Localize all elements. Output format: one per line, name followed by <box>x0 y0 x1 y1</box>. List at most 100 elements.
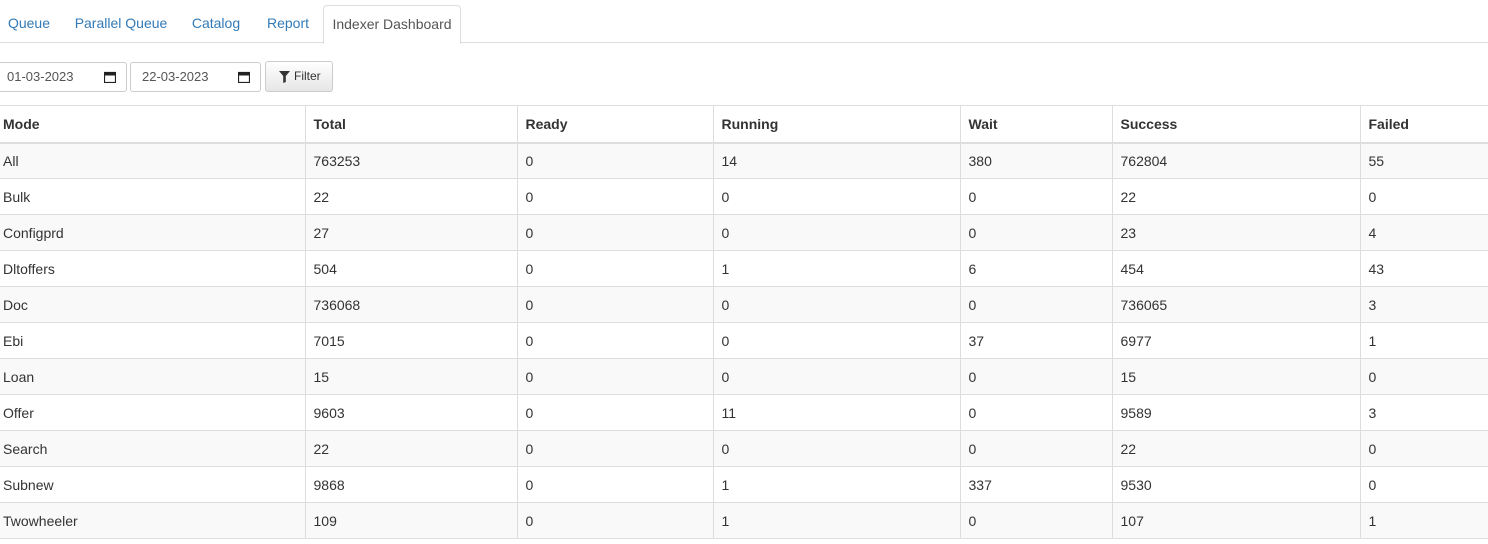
cell-mode: Doc <box>0 286 306 323</box>
cell-mode: Configprd <box>0 214 306 251</box>
cell-wait: 0 <box>960 358 1113 395</box>
tab-catalog[interactable]: Catalog <box>185 5 247 43</box>
cell-mode: All <box>0 142 306 179</box>
cell-running: 1 <box>713 250 961 287</box>
filter-button[interactable]: Filter <box>265 61 333 92</box>
calendar-icon[interactable] <box>104 71 116 83</box>
cell-mode: Ebi <box>0 322 306 359</box>
nav-tabs: Queue Parallel Queue Catalog Report Inde… <box>0 0 1488 44</box>
cell-mode: Search <box>0 430 306 467</box>
start-date-input[interactable]: 01-03-2023 <box>0 62 127 92</box>
table-row: Offer 9603 0 11 0 9589 3 <box>0 394 1488 431</box>
table-header-row: Mode Total Ready Running Wait Success Fa… <box>0 105 1488 144</box>
cell-total: 22 <box>305 430 518 467</box>
cell-wait: 0 <box>960 286 1113 323</box>
table-row: Subnew 9868 0 1 337 9530 0 <box>0 466 1488 503</box>
filter-icon <box>279 71 290 83</box>
cell-failed: 1 <box>1360 502 1488 539</box>
table-row: Search 22 0 0 0 22 0 <box>0 430 1488 467</box>
cell-total: 9868 <box>305 466 518 503</box>
cell-running: 0 <box>713 430 961 467</box>
cell-total: 27 <box>305 214 518 251</box>
cell-running: 0 <box>713 286 961 323</box>
cell-running: 0 <box>713 178 961 215</box>
cell-wait: 0 <box>960 430 1113 467</box>
cell-wait: 0 <box>960 394 1113 431</box>
cell-running: 1 <box>713 466 961 503</box>
cell-failed: 0 <box>1360 466 1488 503</box>
cell-failed: 1 <box>1360 322 1488 359</box>
cell-mode: Twowheeler <box>0 502 306 539</box>
cell-running: 0 <box>713 358 961 395</box>
cell-success: 22 <box>1112 178 1361 215</box>
cell-total: 15 <box>305 358 518 395</box>
tab-queue[interactable]: Queue <box>0 5 58 43</box>
cell-success: 107 <box>1112 502 1361 539</box>
cell-success: 762804 <box>1112 142 1361 179</box>
end-date-input[interactable]: 22-03-2023 <box>130 62 261 92</box>
cell-running: 1 <box>713 502 961 539</box>
table-row: Ebi 7015 0 0 37 6977 1 <box>0 322 1488 359</box>
cell-ready: 0 <box>517 466 714 503</box>
cell-running: 11 <box>713 394 961 431</box>
cell-ready: 0 <box>517 142 714 179</box>
tab-indexer-dashboard[interactable]: Indexer Dashboard <box>323 5 461 44</box>
cell-failed: 0 <box>1360 358 1488 395</box>
cell-wait: 37 <box>960 322 1113 359</box>
indexer-table: Mode Total Ready Running Wait Success Fa… <box>0 105 1488 539</box>
cell-success: 9589 <box>1112 394 1361 431</box>
cell-ready: 0 <box>517 502 714 539</box>
end-date-value: 22-03-2023 <box>142 69 209 84</box>
column-header-failed[interactable]: Failed <box>1360 105 1488 144</box>
cell-ready: 0 <box>517 250 714 287</box>
cell-wait: 0 <box>960 214 1113 251</box>
cell-success: 736065 <box>1112 286 1361 323</box>
table-row: All 763253 0 14 380 762804 55 <box>0 142 1488 179</box>
cell-total: 9603 <box>305 394 518 431</box>
table-row: Loan 15 0 0 0 15 0 <box>0 358 1488 395</box>
cell-failed: 3 <box>1360 394 1488 431</box>
cell-success: 454 <box>1112 250 1361 287</box>
cell-mode: Dltoffers <box>0 250 306 287</box>
table-row: Bulk 22 0 0 0 22 0 <box>0 178 1488 215</box>
cell-failed: 3 <box>1360 286 1488 323</box>
cell-success: 22 <box>1112 430 1361 467</box>
cell-mode: Subnew <box>0 466 306 503</box>
cell-failed: 4 <box>1360 214 1488 251</box>
cell-wait: 380 <box>960 142 1113 179</box>
cell-total: 504 <box>305 250 518 287</box>
cell-wait: 0 <box>960 502 1113 539</box>
table-row: Dltoffers 504 0 1 6 454 43 <box>0 250 1488 287</box>
column-header-success[interactable]: Success <box>1112 105 1361 144</box>
cell-failed: 43 <box>1360 250 1488 287</box>
cell-mode: Loan <box>0 358 306 395</box>
cell-failed: 0 <box>1360 430 1488 467</box>
column-header-wait[interactable]: Wait <box>960 105 1113 144</box>
tab-parallel-queue[interactable]: Parallel Queue <box>72 5 170 43</box>
cell-success: 6977 <box>1112 322 1361 359</box>
tab-report[interactable]: Report <box>261 5 315 43</box>
cell-total: 109 <box>305 502 518 539</box>
cell-wait: 6 <box>960 250 1113 287</box>
table-row: Doc 736068 0 0 0 736065 3 <box>0 286 1488 323</box>
cell-failed: 0 <box>1360 178 1488 215</box>
cell-total: 7015 <box>305 322 518 359</box>
cell-ready: 0 <box>517 178 714 215</box>
cell-mode: Offer <box>0 394 306 431</box>
calendar-icon[interactable] <box>238 71 250 83</box>
start-date-value: 01-03-2023 <box>7 69 74 84</box>
cell-wait: 337 <box>960 466 1113 503</box>
cell-total: 763253 <box>305 142 518 179</box>
column-header-ready[interactable]: Ready <box>517 105 714 144</box>
cell-total: 736068 <box>305 286 518 323</box>
cell-total: 22 <box>305 178 518 215</box>
cell-success: 9530 <box>1112 466 1361 503</box>
cell-ready: 0 <box>517 322 714 359</box>
cell-wait: 0 <box>960 178 1113 215</box>
column-header-mode[interactable]: Mode <box>0 105 306 144</box>
column-header-running[interactable]: Running <box>713 105 961 144</box>
filter-button-label: Filter <box>294 69 321 83</box>
cell-ready: 0 <box>517 214 714 251</box>
column-header-total[interactable]: Total <box>305 105 518 144</box>
cell-success: 15 <box>1112 358 1361 395</box>
